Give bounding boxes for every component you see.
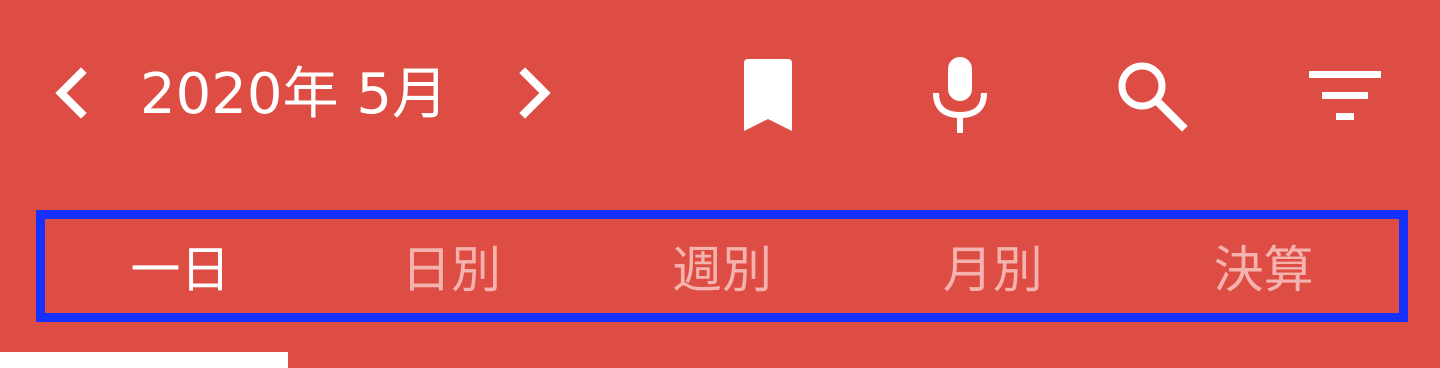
bookmark-button[interactable] bbox=[726, 50, 810, 142]
tab-settlement[interactable]: 決算 bbox=[1128, 219, 1399, 313]
voice-input-button[interactable] bbox=[916, 48, 1004, 142]
active-tab-indicator bbox=[0, 352, 288, 368]
chevron-left-icon bbox=[55, 67, 87, 119]
toolbar: 2020年 5月 bbox=[0, 40, 1440, 150]
month-title[interactable]: 2020年 5月 bbox=[140, 58, 448, 132]
period-tabs: 一日 日別 週別 月別 決算 bbox=[36, 210, 1408, 322]
next-month-button[interactable] bbox=[500, 56, 570, 130]
tab-one-day[interactable]: 一日 bbox=[45, 219, 316, 313]
search-icon bbox=[1118, 62, 1188, 132]
tab-monthly[interactable]: 月別 bbox=[857, 219, 1128, 313]
tab-weekly[interactable]: 週別 bbox=[587, 219, 858, 313]
chevron-right-icon bbox=[519, 67, 551, 119]
microphone-icon bbox=[933, 57, 987, 133]
filter-button[interactable] bbox=[1300, 58, 1390, 134]
tab-daily[interactable]: 日別 bbox=[316, 219, 587, 313]
bookmark-icon bbox=[744, 59, 792, 131]
app-bar: 2020年 5月 一日 日別 週別 月別 決算 bbox=[0, 0, 1440, 368]
filter-icon bbox=[1309, 71, 1381, 120]
previous-month-button[interactable] bbox=[36, 56, 106, 130]
search-button[interactable] bbox=[1106, 50, 1198, 142]
